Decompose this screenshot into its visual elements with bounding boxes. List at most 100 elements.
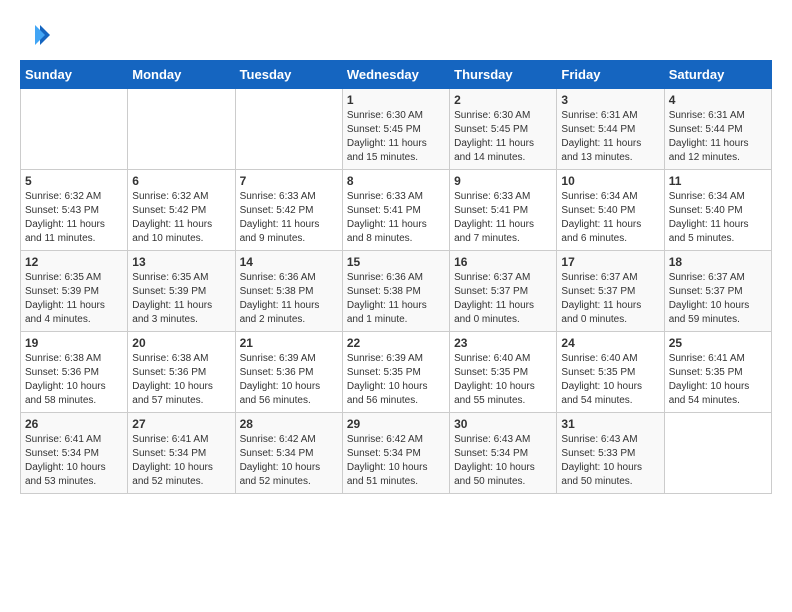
day-info: Sunrise: 6:43 AM Sunset: 5:33 PM Dayligh… xyxy=(561,433,659,489)
day-info: Sunrise: 6:34 AM Sunset: 5:40 PM Dayligh… xyxy=(561,190,659,246)
day-number: 31 xyxy=(561,417,659,431)
calendar-cell: 16 Sunrise: 6:37 AM Sunset: 5:37 PM Dayli… xyxy=(450,251,557,332)
day-info: Sunrise: 6:41 AM Sunset: 5:34 PM Dayligh… xyxy=(25,433,123,489)
weekday-header-wednesday: Wednesday xyxy=(342,61,449,89)
day-number: 1 xyxy=(347,93,445,107)
day-number: 7 xyxy=(240,174,338,188)
day-info: Sunrise: 6:33 AM Sunset: 5:41 PM Dayligh… xyxy=(347,190,445,246)
calendar-cell: 22 Sunrise: 6:39 AM Sunset: 5:35 PM Dayli… xyxy=(342,332,449,413)
calendar-cell: 20 Sunrise: 6:38 AM Sunset: 5:36 PM Dayli… xyxy=(128,332,235,413)
calendar-cell xyxy=(128,89,235,170)
calendar-cell: 18Sunrise: 6:37 AM Sunset: 5:37 PM Dayli… xyxy=(664,251,771,332)
weekday-header-tuesday: Tuesday xyxy=(235,61,342,89)
day-number: 22 xyxy=(347,336,445,350)
weekday-header-sunday: Sunday xyxy=(21,61,128,89)
calendar-row: 26 Sunrise: 6:41 AM Sunset: 5:34 PM Dayli… xyxy=(21,413,772,494)
calendar-cell: 21Sunrise: 6:39 AM Sunset: 5:36 PM Dayli… xyxy=(235,332,342,413)
calendar-cell: 2 Sunrise: 6:30 AM Sunset: 5:45 PM Daylig… xyxy=(450,89,557,170)
day-number: 25 xyxy=(669,336,767,350)
day-info: Sunrise: 6:43 AM Sunset: 5:34 PM Dayligh… xyxy=(454,433,552,489)
calendar-cell xyxy=(235,89,342,170)
day-info: Sunrise: 6:39 AM Sunset: 5:36 PM Dayligh… xyxy=(240,352,338,408)
day-number: 13 xyxy=(132,255,230,269)
day-number: 16 xyxy=(454,255,552,269)
calendar-cell: 26 Sunrise: 6:41 AM Sunset: 5:34 PM Dayli… xyxy=(21,413,128,494)
day-info: Sunrise: 6:39 AM Sunset: 5:35 PM Dayligh… xyxy=(347,352,445,408)
day-number: 19 xyxy=(25,336,123,350)
day-number: 2 xyxy=(454,93,552,107)
day-info: Sunrise: 6:38 AM Sunset: 5:36 PM Dayligh… xyxy=(25,352,123,408)
day-info: Sunrise: 6:36 AM Sunset: 5:38 PM Dayligh… xyxy=(347,271,445,327)
day-number: 8 xyxy=(347,174,445,188)
day-number: 3 xyxy=(561,93,659,107)
weekday-header-row: SundayMondayTuesdayWednesdayThursdayFrid… xyxy=(21,61,772,89)
day-number: 28 xyxy=(240,417,338,431)
calendar-cell: 10 Sunrise: 6:34 AM Sunset: 5:40 PM Dayli… xyxy=(557,170,664,251)
calendar-cell: 24 Sunrise: 6:40 AM Sunset: 5:35 PM Dayli… xyxy=(557,332,664,413)
day-info: Sunrise: 6:37 AM Sunset: 5:37 PM Dayligh… xyxy=(454,271,552,327)
day-number: 20 xyxy=(132,336,230,350)
calendar-cell: 31 Sunrise: 6:43 AM Sunset: 5:33 PM Dayli… xyxy=(557,413,664,494)
day-number: 12 xyxy=(25,255,123,269)
calendar-cell: 9Sunrise: 6:33 AM Sunset: 5:41 PM Daylig… xyxy=(450,170,557,251)
calendar-cell: 29 Sunrise: 6:42 AM Sunset: 5:34 PM Dayli… xyxy=(342,413,449,494)
calendar-cell: 5 Sunrise: 6:32 AM Sunset: 5:43 PM Daylig… xyxy=(21,170,128,251)
day-info: Sunrise: 6:36 AM Sunset: 5:38 PM Dayligh… xyxy=(240,271,338,327)
day-info: Sunrise: 6:34 AM Sunset: 5:40 PM Dayligh… xyxy=(669,190,767,246)
calendar-cell: 14 Sunrise: 6:36 AM Sunset: 5:38 PM Dayli… xyxy=(235,251,342,332)
calendar-cell: 23 Sunrise: 6:40 AM Sunset: 5:35 PM Dayli… xyxy=(450,332,557,413)
calendar-cell: 27 Sunrise: 6:41 AM Sunset: 5:34 PM Dayli… xyxy=(128,413,235,494)
day-number: 24 xyxy=(561,336,659,350)
day-number: 29 xyxy=(347,417,445,431)
day-info: Sunrise: 6:32 AM Sunset: 5:42 PM Dayligh… xyxy=(132,190,230,246)
day-info: Sunrise: 6:42 AM Sunset: 5:34 PM Dayligh… xyxy=(240,433,338,489)
calendar-cell: 11 Sunrise: 6:34 AM Sunset: 5:40 PM Dayli… xyxy=(664,170,771,251)
day-info: Sunrise: 6:31 AM Sunset: 5:44 PM Dayligh… xyxy=(561,109,659,165)
day-number: 15 xyxy=(347,255,445,269)
day-info: Sunrise: 6:32 AM Sunset: 5:43 PM Dayligh… xyxy=(25,190,123,246)
calendar-row: 12 Sunrise: 6:35 AM Sunset: 5:39 PM Dayli… xyxy=(21,251,772,332)
calendar-cell: 1 Sunrise: 6:30 AM Sunset: 5:45 PM Daylig… xyxy=(342,89,449,170)
day-number: 17 xyxy=(561,255,659,269)
logo xyxy=(20,20,54,50)
day-number: 6 xyxy=(132,174,230,188)
day-info: Sunrise: 6:41 AM Sunset: 5:34 PM Dayligh… xyxy=(132,433,230,489)
calendar-cell: 25 Sunrise: 6:41 AM Sunset: 5:35 PM Dayli… xyxy=(664,332,771,413)
day-number: 14 xyxy=(240,255,338,269)
day-number: 5 xyxy=(25,174,123,188)
day-info: Sunrise: 6:40 AM Sunset: 5:35 PM Dayligh… xyxy=(561,352,659,408)
calendar-cell: 8 Sunrise: 6:33 AM Sunset: 5:41 PM Daylig… xyxy=(342,170,449,251)
day-number: 27 xyxy=(132,417,230,431)
day-info: Sunrise: 6:33 AM Sunset: 5:41 PM Dayligh… xyxy=(454,190,552,246)
weekday-header-thursday: Thursday xyxy=(450,61,557,89)
day-number: 30 xyxy=(454,417,552,431)
weekday-header-friday: Friday xyxy=(557,61,664,89)
logo-icon xyxy=(20,20,50,50)
page-header xyxy=(20,20,772,50)
calendar-cell: 6 Sunrise: 6:32 AM Sunset: 5:42 PM Daylig… xyxy=(128,170,235,251)
calendar-cell: 7 Sunrise: 6:33 AM Sunset: 5:42 PM Daylig… xyxy=(235,170,342,251)
day-number: 10 xyxy=(561,174,659,188)
day-number: 11 xyxy=(669,174,767,188)
calendar-row: 19 Sunrise: 6:38 AM Sunset: 5:36 PM Dayli… xyxy=(21,332,772,413)
calendar-cell: 15 Sunrise: 6:36 AM Sunset: 5:38 PM Dayli… xyxy=(342,251,449,332)
calendar-cell: 12 Sunrise: 6:35 AM Sunset: 5:39 PM Dayli… xyxy=(21,251,128,332)
day-info: Sunrise: 6:30 AM Sunset: 5:45 PM Dayligh… xyxy=(347,109,445,165)
day-number: 26 xyxy=(25,417,123,431)
day-info: Sunrise: 6:38 AM Sunset: 5:36 PM Dayligh… xyxy=(132,352,230,408)
day-info: Sunrise: 6:42 AM Sunset: 5:34 PM Dayligh… xyxy=(347,433,445,489)
calendar-cell: 30 Sunrise: 6:43 AM Sunset: 5:34 PM Dayli… xyxy=(450,413,557,494)
day-info: Sunrise: 6:37 AM Sunset: 5:37 PM Dayligh… xyxy=(561,271,659,327)
day-info: Sunrise: 6:41 AM Sunset: 5:35 PM Dayligh… xyxy=(669,352,767,408)
day-number: 23 xyxy=(454,336,552,350)
day-info: Sunrise: 6:30 AM Sunset: 5:45 PM Dayligh… xyxy=(454,109,552,165)
day-number: 4 xyxy=(669,93,767,107)
day-info: Sunrise: 6:33 AM Sunset: 5:42 PM Dayligh… xyxy=(240,190,338,246)
day-info: Sunrise: 6:35 AM Sunset: 5:39 PM Dayligh… xyxy=(25,271,123,327)
calendar-cell: 19 Sunrise: 6:38 AM Sunset: 5:36 PM Dayli… xyxy=(21,332,128,413)
day-info: Sunrise: 6:31 AM Sunset: 5:44 PM Dayligh… xyxy=(669,109,767,165)
day-info: Sunrise: 6:35 AM Sunset: 5:39 PM Dayligh… xyxy=(132,271,230,327)
calendar-row: 5 Sunrise: 6:32 AM Sunset: 5:43 PM Daylig… xyxy=(21,170,772,251)
day-info: Sunrise: 6:40 AM Sunset: 5:35 PM Dayligh… xyxy=(454,352,552,408)
calendar-cell: 28 Sunrise: 6:42 AM Sunset: 5:34 PM Dayli… xyxy=(235,413,342,494)
